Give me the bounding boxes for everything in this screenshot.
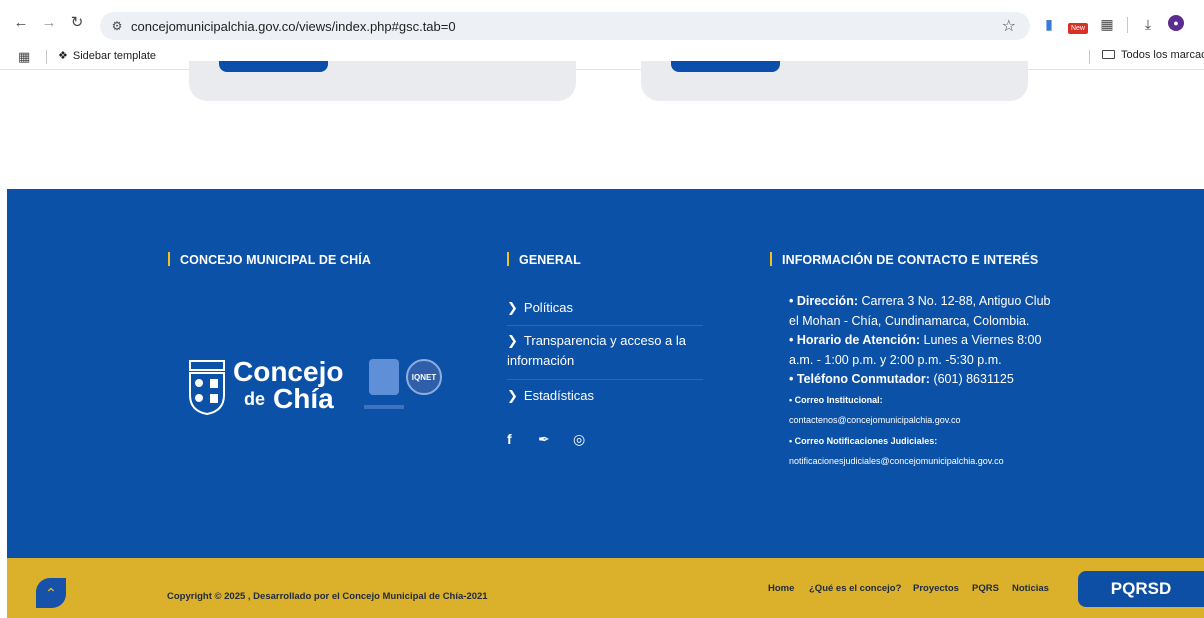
legal-email-value[interactable]: notificacionesjudiciales@concejomunicipa… bbox=[789, 456, 1004, 466]
content-card-left bbox=[189, 61, 576, 101]
menu-home[interactable]: Home bbox=[768, 583, 794, 594]
email-label: Correo Institucional: bbox=[794, 394, 883, 405]
link-label: Transparencia y acceso a la información bbox=[507, 333, 687, 368]
footer-title-text: CONCEJO MUNICIPAL DE CHÍA bbox=[180, 253, 371, 267]
new-badge: New bbox=[1070, 25, 1085, 32]
copyright-text: Copyright © 2025 , Desarrollado por el C… bbox=[167, 591, 488, 602]
extensions-puzzle-icon[interactable]: ▦ bbox=[1098, 15, 1116, 33]
legal-email-label: Correo Notificaciones Judiciales: bbox=[794, 435, 938, 446]
forward-icon[interactable]: → bbox=[40, 14, 58, 32]
page-content: CONCEJO MUNICIPAL DE CHÍA Concejo de Chí… bbox=[7, 61, 1204, 618]
site-info-icon[interactable]: ⚙ bbox=[108, 17, 126, 35]
browser-toolbar: ← → ↻ ⚙ concejomunicipalchia.gov.co/view… bbox=[0, 0, 1204, 44]
footer-title-general: GENERAL bbox=[507, 252, 581, 267]
download-icon[interactable]: ⤓ bbox=[1139, 15, 1157, 33]
footer-title-contacto: INFORMACIÓN DE CONTACTO E INTERÉS bbox=[770, 252, 1038, 267]
back-icon[interactable]: ← bbox=[12, 14, 30, 32]
twitter-icon[interactable]: ✒ bbox=[538, 431, 550, 448]
link-label: Políticas bbox=[523, 300, 574, 315]
title-accent-bar bbox=[770, 252, 772, 266]
menu-que-es[interactable]: ¿Qué es el concejo? bbox=[809, 583, 901, 594]
bookmarks-divider bbox=[46, 50, 47, 64]
menu-pqrs[interactable]: PQRS bbox=[972, 583, 999, 594]
iqnet-cert-icon: IQNET bbox=[406, 359, 442, 395]
link-label: Estadísticas bbox=[523, 388, 594, 403]
link-divider bbox=[507, 379, 703, 380]
double-chevron-up-icon: ⌃ bbox=[45, 585, 57, 601]
link-divider bbox=[507, 325, 703, 326]
bookmarks-divider-right bbox=[1089, 50, 1090, 64]
new-extension-icon[interactable]: New bbox=[1068, 23, 1088, 34]
contact-legal-email: • Correo Notificaciones Judiciales: notif… bbox=[789, 435, 1004, 467]
card-button-right[interactable] bbox=[671, 61, 780, 72]
address-label: Dirección: bbox=[796, 294, 858, 308]
hours-label: Horario de Atención: bbox=[796, 333, 921, 347]
bookmark-star-icon[interactable]: ☆ bbox=[1002, 16, 1016, 36]
site-footer: CONCEJO MUNICIPAL DE CHÍA Concejo de Chí… bbox=[7, 189, 1204, 558]
reload-icon[interactable]: ↻ bbox=[68, 14, 86, 32]
contact-address: • Dirección: Carrera 3 No. 12-88, Antigu… bbox=[789, 294, 1051, 328]
footer-title-text: INFORMACIÓN DE CONTACTO E INTERÉS bbox=[782, 253, 1039, 267]
pqrsd-button[interactable]: PQRSD bbox=[1078, 571, 1204, 607]
link-politicas[interactable]: ❯ Políticas bbox=[507, 298, 707, 318]
contact-hours: • Horario de Atención: Lunes a Viernes 8… bbox=[789, 333, 1042, 367]
chevron-right-icon: ❯ bbox=[507, 300, 518, 315]
footer-title-concejo: CONCEJO MUNICIPAL DE CHÍA bbox=[168, 252, 371, 267]
codepen-icon: ❖ bbox=[58, 50, 68, 62]
logo-de-text: de bbox=[244, 389, 266, 409]
instagram-icon[interactable]: ◎ bbox=[573, 431, 585, 448]
profile-avatar[interactable]: ● bbox=[1168, 15, 1184, 31]
extension-sidebar-icon[interactable]: ▮ bbox=[1040, 15, 1058, 33]
concejo-logo[interactable]: Concejo de Chía IQNET bbox=[186, 357, 451, 421]
all-bookmarks-folder[interactable]: Todos los marcador bbox=[1102, 49, 1204, 61]
menu-proyectos[interactable]: Proyectos bbox=[913, 583, 959, 594]
logo-chia-text: Chía bbox=[273, 383, 334, 414]
contact-email: • Correo Institucional: contactenos@conce… bbox=[789, 394, 961, 426]
email-value[interactable]: contactenos@concejomunicipalchia.gov.co bbox=[789, 415, 961, 425]
chevron-right-icon: ❯ bbox=[507, 388, 518, 403]
apps-grid-icon[interactable]: ▦ bbox=[18, 49, 30, 65]
card-button-left[interactable] bbox=[219, 61, 328, 72]
link-transparencia[interactable]: ❯ Transparencia y acceso a la información bbox=[507, 331, 707, 371]
contact-phone: • Teléfono Conmutador: (601) 8631125 bbox=[789, 372, 1014, 386]
url-text[interactable]: concejomunicipalchia.gov.co/views/index.… bbox=[131, 19, 456, 34]
phone-value: (601) 8631125 bbox=[933, 372, 1014, 386]
crest-icon bbox=[189, 360, 225, 415]
phone-label: Teléfono Conmutador: bbox=[796, 372, 930, 386]
title-accent-bar bbox=[168, 252, 170, 266]
scroll-top-button[interactable]: ⌃ bbox=[36, 578, 66, 608]
link-estadisticas[interactable]: ❯ Estadísticas bbox=[507, 386, 707, 406]
iqnet-label: IQNET bbox=[411, 373, 437, 382]
folder-icon bbox=[1102, 50, 1115, 59]
bookmark-label: Sidebar template bbox=[72, 50, 157, 62]
contact-list: • Dirección: Carrera 3 No. 12-88, Antigu… bbox=[789, 292, 1061, 472]
chevron-right-icon: ❯ bbox=[507, 333, 518, 348]
content-card-right bbox=[641, 61, 1028, 101]
bookmark-sidebar-template[interactable]: ❖ Sidebar template bbox=[58, 49, 156, 62]
toolbar-divider bbox=[1127, 17, 1128, 33]
bookmark-folder-label: Todos los marcador bbox=[1121, 49, 1204, 61]
menu-noticias[interactable]: Noticias bbox=[1012, 583, 1049, 594]
address-bar[interactable]: ⚙ concejomunicipalchia.gov.co/views/inde… bbox=[100, 12, 1030, 40]
icontec-cert-icon bbox=[369, 359, 399, 395]
facebook-icon[interactable]: f bbox=[507, 431, 512, 447]
cert-code-strip bbox=[364, 405, 404, 409]
bottom-bar: ⌃ Copyright © 2025 , Desarrollado por el… bbox=[7, 558, 1204, 618]
footer-title-text: GENERAL bbox=[519, 253, 581, 267]
title-accent-bar bbox=[507, 252, 509, 266]
